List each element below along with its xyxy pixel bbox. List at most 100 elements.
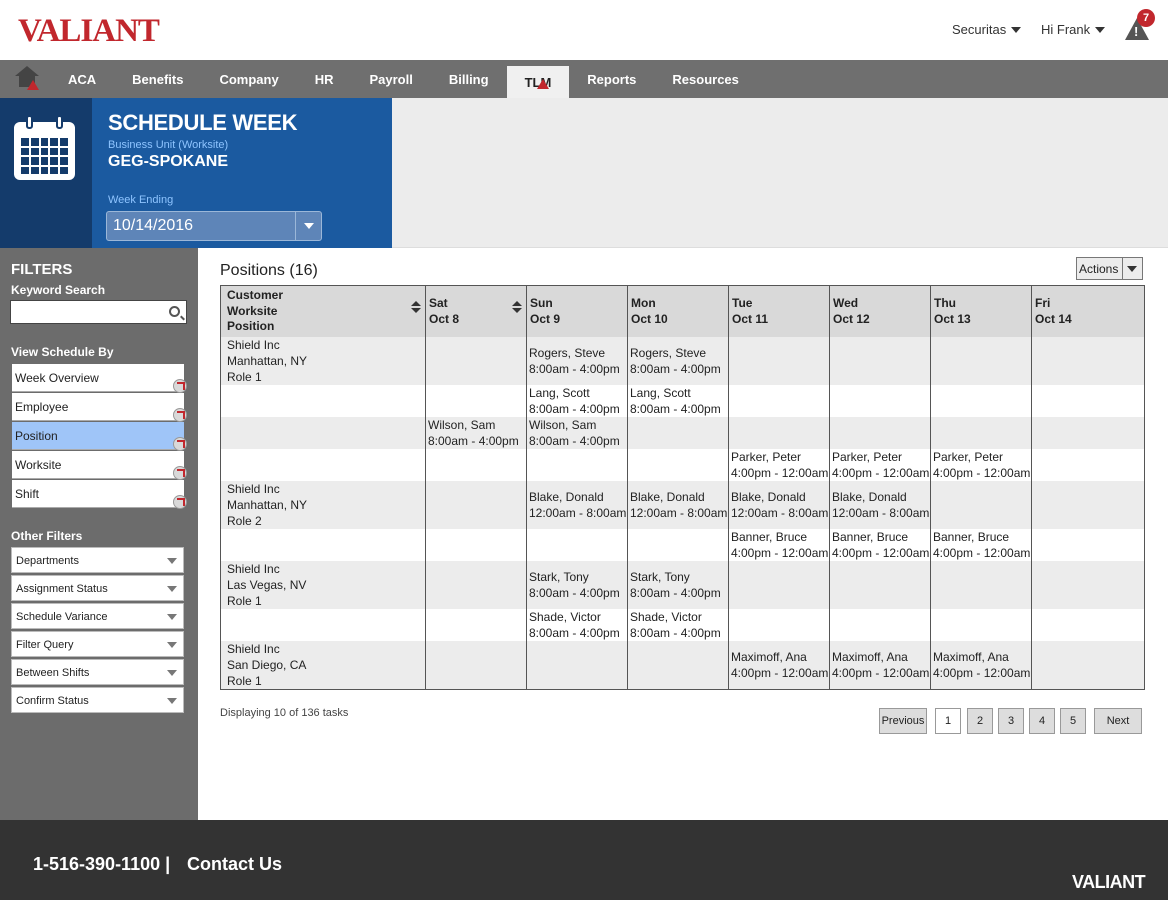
view-by-shift[interactable]: Shift <box>12 480 187 509</box>
empty-shift-cell[interactable] <box>930 560 1032 609</box>
empty-shift-cell[interactable] <box>930 384 1032 417</box>
shift-cell[interactable]: Maximoff, Ana 4:00pm - 12:00am <box>930 640 1032 689</box>
filter-schedule-variance[interactable]: Schedule Variance <box>11 603 184 629</box>
shift-cell[interactable]: Parker, Peter 4:00pm - 12:00am <box>930 448 1032 481</box>
sort-icon[interactable] <box>512 301 522 315</box>
shift-cell[interactable]: Wilson, Sam 8:00am - 4:00pm <box>526 416 628 449</box>
actions-dropdown[interactable]: Actions <box>1076 257 1143 280</box>
nav-home[interactable] <box>0 60 50 98</box>
nav-item-payroll[interactable]: Payroll <box>351 60 430 98</box>
empty-shift-cell[interactable] <box>627 528 729 561</box>
nav-item-benefits[interactable]: Benefits <box>114 60 201 98</box>
view-by-employee[interactable]: Employee <box>12 393 187 422</box>
view-by-position[interactable]: Position <box>12 422 187 451</box>
empty-shift-cell[interactable] <box>526 448 628 481</box>
actions-dropdown-button[interactable] <box>1122 258 1142 279</box>
empty-shift-cell[interactable] <box>425 640 527 689</box>
shift-cell[interactable]: Shade, Victor 8:00am - 4:00pm <box>627 608 729 641</box>
empty-shift-cell[interactable] <box>1031 416 1145 449</box>
nav-item-tlm[interactable]: TLM <box>506 66 570 98</box>
view-by-week-overview[interactable]: Week Overview <box>12 364 187 393</box>
empty-shift-cell[interactable] <box>1031 560 1145 609</box>
pagination-previous[interactable]: Previous <box>879 708 927 734</box>
shift-cell[interactable]: Blake, Donald 12:00am - 8:00am <box>829 480 931 529</box>
nav-item-resources[interactable]: Resources <box>654 60 756 98</box>
shift-cell[interactable]: Banner, Bruce 4:00pm - 12:00am <box>829 528 931 561</box>
shift-cell[interactable]: Maximoff, Ana 4:00pm - 12:00am <box>829 640 931 689</box>
week-ending-dropdown-button[interactable] <box>295 212 321 240</box>
valiant-logo[interactable]: VALIANT <box>18 14 160 48</box>
pagination-page[interactable]: 5 <box>1060 708 1086 734</box>
empty-shift-cell[interactable] <box>1031 528 1145 561</box>
shift-cell[interactable]: Shade, Victor 8:00am - 4:00pm <box>526 608 628 641</box>
empty-shift-cell[interactable] <box>425 528 527 561</box>
shift-cell[interactable]: Banner, Bruce 4:00pm - 12:00am <box>728 528 830 561</box>
nav-item-company[interactable]: Company <box>201 60 296 98</box>
filter-assignment-status[interactable]: Assignment Status <box>11 575 184 601</box>
empty-shift-cell[interactable] <box>728 608 830 641</box>
empty-shift-cell[interactable] <box>425 384 527 417</box>
pagination-page[interactable]: 3 <box>998 708 1024 734</box>
nav-item-billing[interactable]: Billing <box>431 60 507 98</box>
filter-filter-query[interactable]: Filter Query <box>11 631 184 657</box>
filter-between-shifts[interactable]: Between Shifts <box>11 659 184 685</box>
empty-shift-cell[interactable] <box>1031 608 1145 641</box>
empty-shift-cell[interactable] <box>1031 448 1145 481</box>
pagination-page[interactable]: 4 <box>1029 708 1055 734</box>
empty-shift-cell[interactable] <box>829 608 931 641</box>
shift-cell[interactable]: Wilson, Sam 8:00am - 4:00pm <box>425 416 527 449</box>
empty-shift-cell[interactable] <box>930 480 1032 529</box>
empty-shift-cell[interactable] <box>829 384 931 417</box>
empty-shift-cell[interactable] <box>728 336 830 385</box>
nav-item-aca[interactable]: ACA <box>50 60 114 98</box>
shift-cell[interactable]: Maximoff, Ana 4:00pm - 12:00am <box>728 640 830 689</box>
empty-shift-cell[interactable] <box>425 608 527 641</box>
filter-departments[interactable]: Departments <box>11 547 184 573</box>
pagination-next[interactable]: Next <box>1094 708 1142 734</box>
empty-shift-cell[interactable] <box>1031 384 1145 417</box>
empty-shift-cell[interactable] <box>930 608 1032 641</box>
empty-shift-cell[interactable] <box>425 560 527 609</box>
shift-cell[interactable]: Blake, Donald 12:00am - 8:00am <box>526 480 628 529</box>
user-menu[interactable]: Hi Frank <box>1041 22 1106 37</box>
shift-cell[interactable]: Stark, Tony 8:00am - 4:00pm <box>526 560 628 609</box>
view-by-worksite[interactable]: Worksite <box>12 451 187 480</box>
empty-shift-cell[interactable] <box>728 416 830 449</box>
shift-cell[interactable]: Rogers, Steve 8:00am - 4:00pm <box>627 336 729 385</box>
empty-shift-cell[interactable] <box>425 448 527 481</box>
shift-cell[interactable]: Rogers, Steve 8:00am - 4:00pm <box>526 336 628 385</box>
company-menu[interactable]: Securitas <box>952 22 1022 37</box>
column-header-position[interactable]: Customer Worksite Position <box>220 285 426 337</box>
sort-icon[interactable] <box>411 301 421 315</box>
keyword-search-input[interactable] <box>10 300 187 324</box>
empty-shift-cell[interactable] <box>829 336 931 385</box>
search-icon[interactable] <box>169 306 180 317</box>
nav-item-hr[interactable]: HR <box>297 60 352 98</box>
empty-shift-cell[interactable] <box>829 416 931 449</box>
empty-shift-cell[interactable] <box>829 560 931 609</box>
empty-shift-cell[interactable] <box>930 336 1032 385</box>
pagination-page[interactable]: 1 <box>935 708 961 734</box>
empty-shift-cell[interactable] <box>425 336 527 385</box>
empty-shift-cell[interactable] <box>1031 640 1145 689</box>
empty-shift-cell[interactable] <box>526 528 628 561</box>
shift-cell[interactable]: Blake, Donald 12:00am - 8:00am <box>627 480 729 529</box>
pagination-page[interactable]: 2 <box>967 708 993 734</box>
empty-shift-cell[interactable] <box>627 416 729 449</box>
nav-item-reports[interactable]: Reports <box>569 60 654 98</box>
empty-shift-cell[interactable] <box>728 560 830 609</box>
alerts-button[interactable]: 7 <box>1124 9 1155 42</box>
empty-shift-cell[interactable] <box>425 480 527 529</box>
week-ending-select[interactable]: 10/14/2016 <box>106 211 322 241</box>
shift-cell[interactable]: Stark, Tony 8:00am - 4:00pm <box>627 560 729 609</box>
shift-cell[interactable]: Lang, Scott 8:00am - 4:00pm <box>526 384 628 417</box>
shift-cell[interactable]: Parker, Peter 4:00pm - 12:00am <box>829 448 931 481</box>
shift-cell[interactable]: Blake, Donald 12:00am - 8:00am <box>728 480 830 529</box>
shift-cell[interactable]: Banner, Bruce 4:00pm - 12:00am <box>930 528 1032 561</box>
shift-cell[interactable]: Lang, Scott 8:00am - 4:00pm <box>627 384 729 417</box>
footer-contact-link[interactable]: Contact Us <box>187 854 282 875</box>
empty-shift-cell[interactable] <box>728 384 830 417</box>
shift-cell[interactable]: Parker, Peter 4:00pm - 12:00am <box>728 448 830 481</box>
empty-shift-cell[interactable] <box>930 416 1032 449</box>
empty-shift-cell[interactable] <box>526 640 628 689</box>
